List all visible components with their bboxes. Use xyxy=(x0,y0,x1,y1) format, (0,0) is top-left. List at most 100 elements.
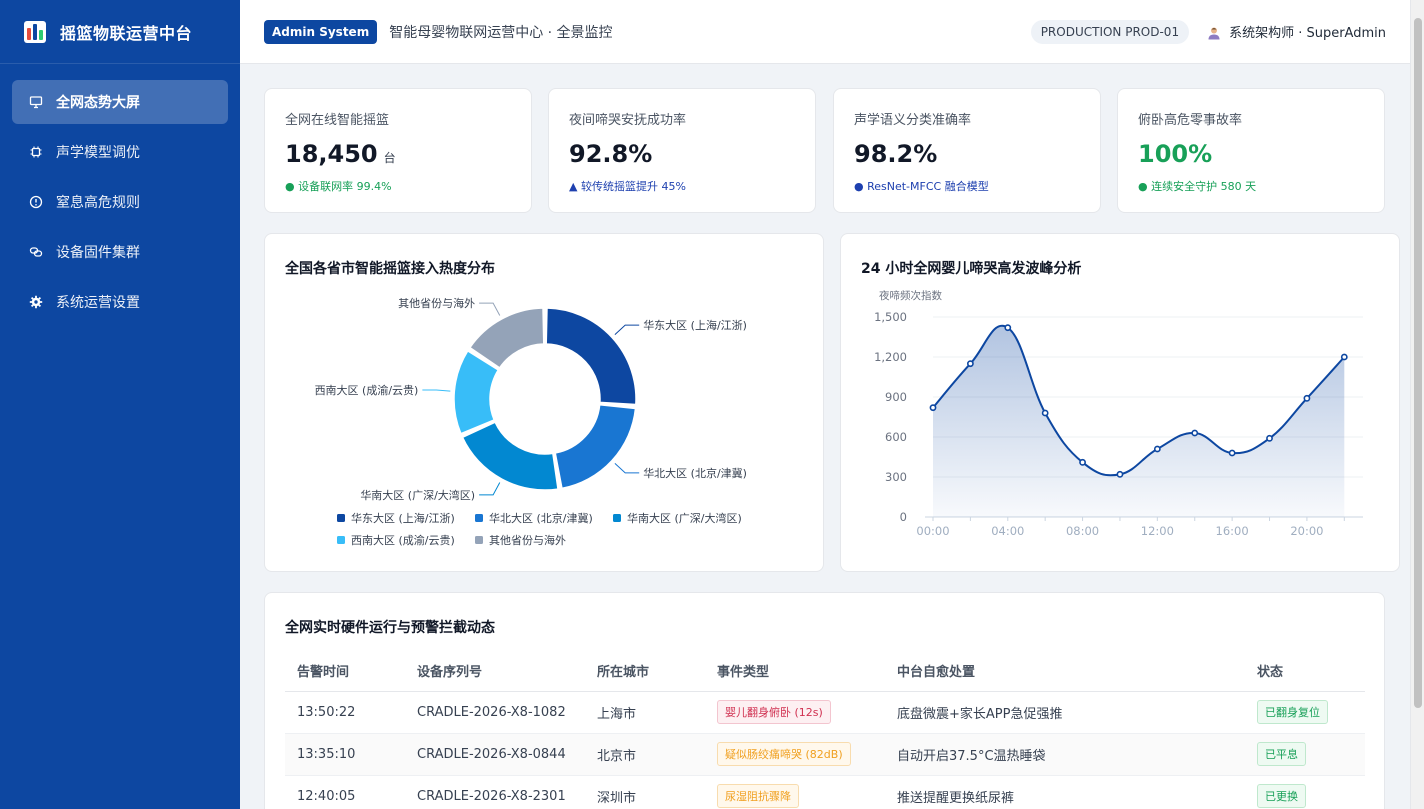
sidebar-item-label: 系统运营设置 xyxy=(56,295,140,311)
slice-leader-line xyxy=(422,389,451,392)
cell-time: 13:50:22 xyxy=(285,691,405,734)
cell-time: 12:40:05 xyxy=(285,775,405,809)
kpi-label: 全网在线智能摇篮 xyxy=(285,113,390,128)
cell-status: 已平息 xyxy=(1245,733,1365,776)
cell-city: 深圳市 xyxy=(585,775,705,809)
y-tick-label: 1,200 xyxy=(874,350,907,364)
col-header-action: 中台自愈处置 xyxy=(885,651,1245,692)
data-point xyxy=(1191,429,1199,437)
kpi-note: ● 设备联网率 99.4% xyxy=(285,180,392,193)
y-tick-label: 1,500 xyxy=(874,310,907,324)
sidebar-item-system-settings[interactable]: 系统运营设置 xyxy=(12,280,228,324)
slice-leader-line xyxy=(479,302,501,316)
sidebar-nav: 全网态势大屏 声学模型调优 窒息高危规则 设备固件集群 系统运营设置 xyxy=(0,64,240,346)
data-point xyxy=(1004,324,1012,332)
y-tick-label: 900 xyxy=(885,390,907,404)
environment-badge: PRODUCTION PROD-01 xyxy=(1030,19,1190,44)
y-axis-label: 夜啼频次指数 xyxy=(879,289,942,302)
data-point xyxy=(1228,449,1236,457)
cell-event: 婴儿翻身俯卧 (12s) xyxy=(705,691,885,734)
col-header-event: 事件类型 xyxy=(705,651,885,692)
data-point xyxy=(1041,409,1049,417)
sidebar-item-suffocation-rules[interactable]: 窒息高危规则 xyxy=(12,180,228,224)
events-panel: 全网实时硬件运行与预警拦截动态 告警时间 设备序列号 所在城市 事件类型 中台自… xyxy=(264,592,1385,809)
event-tag: 疑似肠绞痛啼哭 (82dB) xyxy=(717,742,851,766)
sidebar-item-label: 全网态势大屏 xyxy=(56,95,140,111)
table-row[interactable]: 13:50:22 CRADLE-2026-X8-1082 上海市 婴儿翻身俯卧 … xyxy=(285,691,1365,734)
y-tick-label: 300 xyxy=(885,470,907,484)
event-tag: 尿湿阻抗骤降 xyxy=(717,784,799,808)
donut-slice xyxy=(554,403,637,490)
legend-swatch xyxy=(337,536,345,544)
sidebar-item-dashboard[interactable]: 全网态势大屏 xyxy=(12,80,228,124)
donut-slice xyxy=(545,307,637,406)
legend-swatch xyxy=(475,514,483,522)
status-badge: 已平息 xyxy=(1257,742,1306,766)
col-header-status: 状态 xyxy=(1245,651,1365,692)
kpi-card-online-cradles: 全网在线智能摇篮 18,450 台 ● 设备联网率 99.4% xyxy=(264,88,532,213)
kpi-number: 18,450 xyxy=(285,140,378,168)
col-header-serial: 设备序列号 xyxy=(405,651,585,692)
cell-action: 自动开启37.5°C温热睡袋 xyxy=(885,733,1245,776)
brand: 摇篮物联运营中台 xyxy=(0,0,240,64)
kpi-card-classification-accuracy: 声学语义分类准确率 98.2% ● ResNet-MFCC 融合模型 xyxy=(833,88,1101,213)
y-tick-label: 0 xyxy=(900,510,907,524)
data-point xyxy=(966,360,974,368)
legend-item: 华北大区 (北京/津冀) xyxy=(489,511,593,525)
data-point xyxy=(1303,394,1311,402)
cell-city: 北京市 xyxy=(585,733,705,776)
kpi-note: ● 连续安全守护 580 天 xyxy=(1138,180,1257,193)
kpi-label: 夜间啼哭安抚成功率 xyxy=(569,113,687,128)
y-tick-label: 600 xyxy=(885,430,907,444)
admin-system-badge: Admin System xyxy=(264,19,378,44)
table-header-row: 告警时间 设备序列号 所在城市 事件类型 中台自愈处置 状态 xyxy=(285,651,1365,692)
slice-label: 西南大区 (成渝/云贵) xyxy=(315,383,419,397)
data-point xyxy=(1340,353,1348,361)
data-point xyxy=(1079,458,1086,466)
col-header-time: 告警时间 xyxy=(285,651,405,692)
header-right: PRODUCTION PROD-01 系统架构师 · SuperAdmin xyxy=(1030,19,1386,44)
scrollbar-thumb[interactable] xyxy=(1414,18,1422,708)
x-tick-label: 00:00 xyxy=(916,524,949,538)
donut-slice xyxy=(461,421,559,491)
events-title: 全网实时硬件运行与预警拦截动态 xyxy=(285,620,495,636)
cell-city: 上海市 xyxy=(585,691,705,734)
sidebar-item-label: 窒息高危规则 xyxy=(56,195,140,211)
legend-swatch xyxy=(613,514,621,522)
kpi-value: 98.2% xyxy=(854,140,938,168)
x-tick-label: 16:00 xyxy=(1216,524,1249,538)
legend-item: 华东大区 (上海/江浙) xyxy=(351,511,455,525)
table-row[interactable]: 13:35:10 CRADLE-2026-X8-0844 北京市 疑似肠绞痛啼哭… xyxy=(285,733,1365,776)
data-point xyxy=(1153,445,1161,453)
x-tick-label: 12:00 xyxy=(1141,524,1174,538)
slice-label: 其他省份与海外 xyxy=(398,296,475,310)
user-name[interactable]: 系统架构师 · SuperAdmin xyxy=(1229,22,1386,41)
sidebar-item-label: 声学模型调优 xyxy=(56,145,140,161)
status-badge: 已翻身复位 xyxy=(1257,700,1328,724)
region-donut-chart: 华东大区 (上海/江浙) 华北大区 (北京/津冀) 华南大区 (广深/大湾区) 西南大… xyxy=(315,296,747,547)
legend-swatch xyxy=(337,514,345,522)
table-row[interactable]: 12:40:05 CRADLE-2026-X8-2301 深圳市 尿湿阻抗骤降 … xyxy=(285,775,1365,809)
alert-circle-icon xyxy=(28,194,44,210)
header-subtitle: 智能母婴物联网运营中心 · 全景监控 xyxy=(389,24,613,41)
user-avatar-icon[interactable] xyxy=(1207,25,1221,39)
slice-leader-line xyxy=(614,462,640,474)
legend-swatch xyxy=(475,536,483,544)
data-point xyxy=(1266,434,1273,442)
top-header: Admin System 智能母婴物联网运营中心 · 全景监控 PRODUCTI… xyxy=(240,0,1410,64)
kpi-label: 声学语义分类准确率 xyxy=(854,113,972,128)
sidebar-item-acoustic-model[interactable]: 声学模型调优 xyxy=(12,130,228,174)
legend-item: 华南大区 (广深/大湾区) xyxy=(627,511,742,525)
cell-serial: CRADLE-2026-X8-2301 xyxy=(405,775,585,809)
cell-action: 底盘微震+家长APP急促强推 xyxy=(885,691,1245,734)
page-scrollbar[interactable] xyxy=(1410,0,1424,809)
col-header-city: 所在城市 xyxy=(585,651,705,692)
cell-status: 已翻身复位 xyxy=(1245,691,1365,734)
kpi-note: ● ResNet-MFCC 融合模型 xyxy=(854,180,989,193)
sidebar-item-label: 设备固件集群 xyxy=(56,245,140,261)
cell-serial: CRADLE-2026-X8-0844 xyxy=(405,733,585,776)
x-tick-label: 04:00 xyxy=(991,524,1024,538)
sidebar-item-firmware-cluster[interactable]: 设备固件集群 xyxy=(12,230,228,274)
kpi-note: ▲ 较传统摇篮提升 45% xyxy=(569,180,686,193)
region-distribution-panel: 全国各省市智能摇篮接入热度分布 华东大区 (上海/江浙) 华北大区 (北京/津冀)… xyxy=(264,233,824,572)
